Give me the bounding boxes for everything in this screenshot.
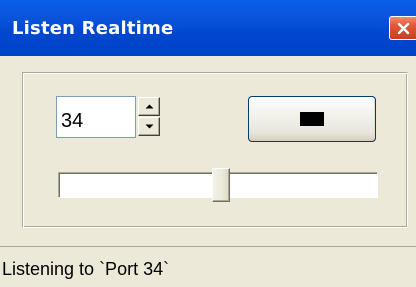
status-text: Listening to `Port 34`	[2, 259, 170, 279]
listen-realtime-window: Listen Realtime Listening to `Port 34`	[0, 0, 416, 287]
client-area	[0, 56, 416, 246]
window-title: Listen Realtime	[12, 18, 174, 39]
close-button[interactable]	[389, 16, 416, 40]
position-slider[interactable]	[56, 168, 380, 202]
arrow-down-icon	[145, 124, 154, 129]
slider-thumb[interactable]	[212, 168, 231, 202]
spin-down-button[interactable]	[138, 117, 160, 136]
spin-up-button[interactable]	[138, 97, 160, 116]
port-spinner	[136, 96, 162, 138]
stop-button[interactable]	[248, 96, 376, 142]
port-number-input[interactable]	[56, 96, 136, 138]
close-icon	[397, 22, 410, 35]
status-bar: Listening to `Port 34`	[0, 246, 416, 287]
stop-icon	[300, 112, 324, 126]
title-bar[interactable]: Listen Realtime	[0, 0, 416, 56]
arrow-up-icon	[145, 104, 154, 109]
